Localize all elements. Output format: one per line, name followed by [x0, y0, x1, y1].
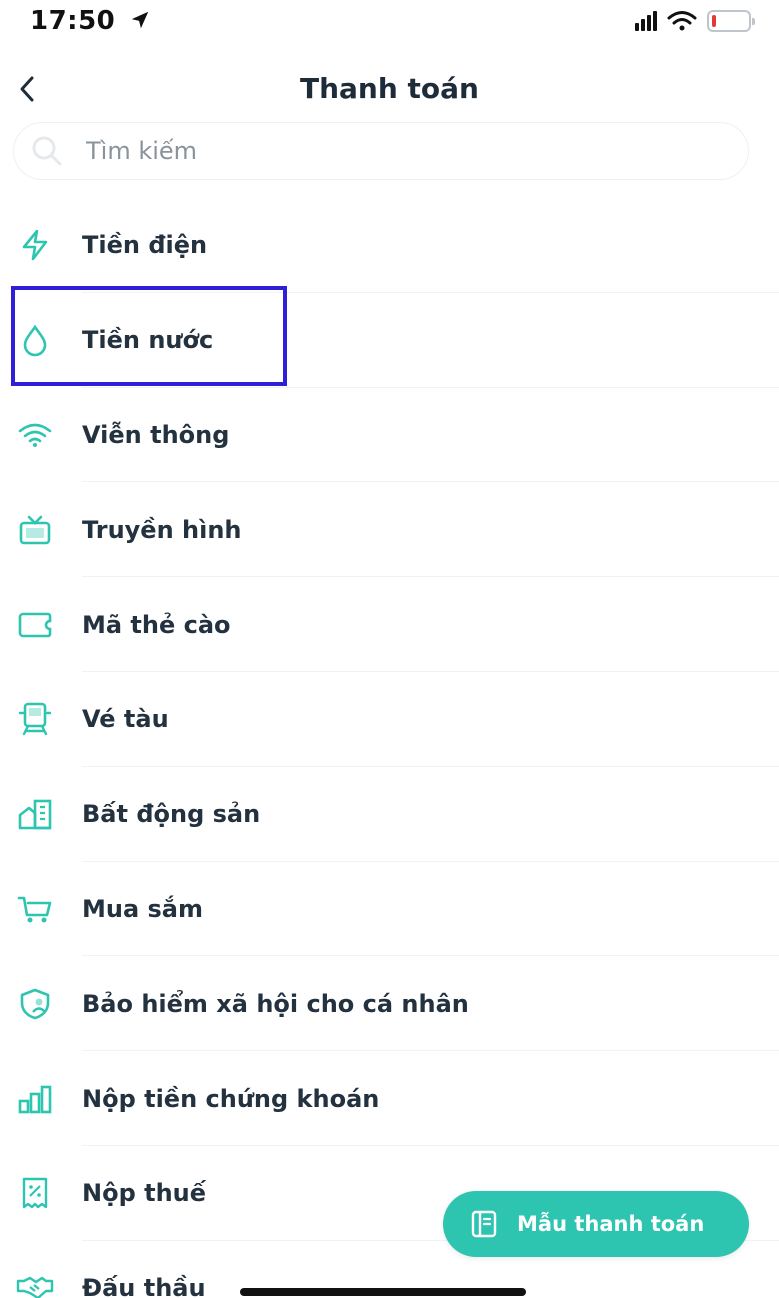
menu-item-bat-dong-san[interactable]: Bất động sản — [0, 767, 779, 862]
menu-item-tien-dien[interactable]: Tiền điện — [0, 198, 779, 293]
menu-item-nop-tien-chung-khoan[interactable]: Nộp tiền chứng khoán — [0, 1051, 779, 1146]
status-time: 17:50 — [30, 6, 151, 36]
menu-item-mua-sam[interactable]: Mua sắm — [0, 862, 779, 957]
building-icon — [16, 795, 54, 833]
menu-item-label: Bất động sản — [82, 800, 261, 829]
payment-template-button[interactable]: Mẫu thanh toán — [443, 1191, 749, 1257]
wifi-icon — [16, 416, 54, 454]
cellular-signal-icon — [635, 11, 657, 31]
menu-item-label: Viễn thông — [82, 420, 230, 449]
menu-item-label: Tiền điện — [82, 231, 208, 260]
shield-user-icon — [16, 985, 54, 1023]
payment-menu-list: Tiền điện Tiền nước Viễn thông Truyền hì… — [0, 198, 779, 1298]
train-icon — [16, 700, 54, 738]
bar-chart-icon — [16, 1080, 54, 1118]
menu-item-ma-the-cao[interactable]: Mã thẻ cào — [0, 577, 779, 672]
menu-item-label: Nộp thuế — [82, 1179, 207, 1208]
status-bar: 17:50 — [0, 0, 779, 50]
water-drop-icon — [16, 321, 54, 359]
menu-item-label: Mua sắm — [82, 894, 204, 923]
home-indicator[interactable] — [240, 1288, 526, 1296]
handshake-icon — [16, 1269, 54, 1298]
menu-item-vien-thong[interactable]: Viễn thông — [0, 388, 779, 483]
menu-item-tien-nuoc[interactable]: Tiền nước — [0, 293, 779, 388]
menu-item-label: Đấu thầu — [82, 1274, 206, 1298]
card-icon — [16, 606, 54, 644]
wifi-icon — [667, 11, 697, 31]
battery-icon — [707, 10, 755, 32]
search-input[interactable] — [86, 137, 686, 165]
nav-header: Thanh toán — [0, 58, 779, 118]
status-icons — [635, 10, 755, 32]
menu-item-label: Truyền hình — [82, 515, 242, 544]
search-icon — [32, 136, 62, 166]
template-book-icon — [471, 1210, 497, 1238]
menu-item-label: Nộp tiền chứng khoán — [82, 1084, 380, 1113]
status-time-text: 17:50 — [30, 6, 116, 36]
menu-item-label: Tiền nước — [82, 326, 214, 355]
search-box[interactable] — [13, 122, 749, 180]
shopping-cart-icon — [16, 890, 54, 928]
menu-item-label: Vé tàu — [82, 705, 169, 734]
payment-template-label: Mẫu thanh toán — [517, 1212, 705, 1236]
menu-item-truyen-hinh[interactable]: Truyền hình — [0, 482, 779, 578]
tax-receipt-icon — [16, 1174, 54, 1212]
tv-icon — [16, 511, 54, 549]
lightning-icon — [16, 226, 54, 264]
menu-item-ve-tau[interactable]: Vé tàu — [0, 672, 779, 767]
page-title: Thanh toán — [300, 72, 479, 105]
menu-item-label: Mã thẻ cào — [82, 610, 231, 639]
location-arrow-icon — [131, 11, 149, 29]
menu-item-bao-hiem-xa-hoi[interactable]: Bảo hiểm xã hội cho cá nhân — [0, 956, 779, 1052]
menu-item-label: Bảo hiểm xã hội cho cá nhân — [82, 989, 469, 1018]
